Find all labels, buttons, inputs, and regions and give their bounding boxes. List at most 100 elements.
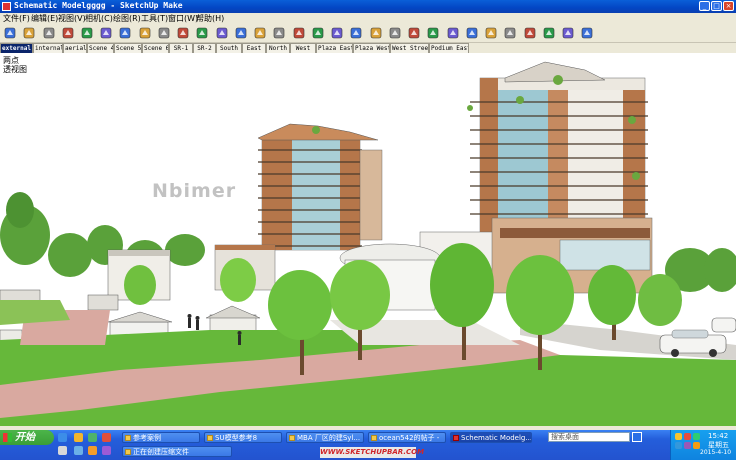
quicklaunch-qq-icon[interactable] (74, 446, 83, 455)
tray-clock[interactable]: 15:42 (708, 432, 728, 440)
walk-icon[interactable] (253, 26, 267, 40)
eraser-icon[interactable] (22, 26, 36, 40)
redo-icon[interactable] (407, 26, 421, 40)
search-icon[interactable] (632, 432, 642, 442)
tray-qq-icon[interactable] (693, 433, 700, 440)
extension-icon[interactable] (349, 26, 363, 40)
task-su-models[interactable]: SU模型参考8 (204, 432, 282, 443)
tray-update-icon[interactable] (693, 442, 700, 449)
move-icon[interactable] (157, 26, 171, 40)
scene-tab-west-street[interactable]: West Street (390, 43, 429, 53)
menu-file[interactable]: 文件(F) (3, 13, 30, 24)
main-toolbar (0, 24, 736, 43)
menu-camera[interactable]: 相机(C) (85, 13, 113, 24)
menu-edit[interactable]: 编辑(E) (31, 13, 58, 24)
scene-tab-external[interactable]: external (0, 43, 33, 53)
menu-help[interactable]: 帮助(H) (196, 13, 224, 24)
zoom-extents-icon[interactable] (234, 26, 248, 40)
maximize-button[interactable]: □ (711, 1, 722, 11)
task-ref-cases[interactable]: 参考案例 (122, 432, 200, 443)
footprints-icon[interactable] (580, 26, 594, 40)
rectangle-icon[interactable] (61, 26, 75, 40)
menu-view[interactable]: 视图(V) (58, 13, 86, 24)
menu-window[interactable]: 窗口(W) (168, 13, 198, 24)
projection-label: 透视图 (3, 65, 27, 74)
tray-security-icon[interactable] (684, 433, 691, 440)
scene-tab-scene-6[interactable]: Scene 6 (142, 43, 169, 53)
axes-icon[interactable] (542, 26, 556, 40)
quicklaunch-app-icon[interactable] (88, 446, 97, 455)
scene-tab-south[interactable]: South (216, 43, 242, 53)
start-button[interactable]: 开始 (0, 430, 54, 445)
scene-tab-plaza-west[interactable]: Plaza West (353, 43, 390, 53)
site-banner: WWW.SKETCHUPBAR.COM (320, 447, 425, 458)
scene-tab-aerial[interactable]: aerial (63, 43, 87, 53)
scene-tab-scene-5[interactable]: Scene 5 (114, 43, 142, 53)
print-icon[interactable] (369, 26, 383, 40)
component-icon[interactable] (311, 26, 325, 40)
scene-tab-plaza-east[interactable]: Plaza East (316, 43, 353, 53)
ie-icon[interactable] (88, 433, 97, 442)
media-icon[interactable] (102, 433, 111, 442)
tray-date: 2015-4-10 (700, 449, 732, 456)
tray-ime-icon[interactable] (684, 442, 691, 449)
menu-bar: 文件(F) 编辑(E) 视图(V) 相机(C) 绘图(R) 工具(T) 窗口(W… (0, 13, 736, 24)
scene-tab-west[interactable]: West (290, 43, 316, 53)
cut-icon[interactable] (426, 26, 440, 40)
circle-icon[interactable] (80, 26, 94, 40)
tape-icon[interactable] (484, 26, 498, 40)
scene-tab-podium-east[interactable]: Podium East (429, 43, 469, 53)
scene-tab-north[interactable]: North (266, 43, 290, 53)
desktop-search-input[interactable]: 搜索桌面 (548, 432, 630, 442)
task-sketchup[interactable]: Schematic Modelg... (450, 432, 532, 443)
browser-icon[interactable] (74, 433, 83, 442)
quicklaunch-tool-icon[interactable] (102, 446, 111, 455)
menu-draw[interactable]: 绘图(R) (113, 13, 141, 24)
browser-icon (289, 435, 295, 441)
close-button[interactable]: × (723, 1, 734, 11)
section-icon[interactable] (292, 26, 306, 40)
position-camera-icon[interactable] (561, 26, 575, 40)
model-viewport[interactable]: 两点 透视图 Nbimer (0, 53, 736, 426)
archive-icon (125, 449, 131, 455)
push-pull-icon[interactable] (138, 26, 152, 40)
scene-tab-sr-1[interactable]: SR-1 (169, 43, 193, 53)
task-compressing[interactable]: 正在创建压缩文件 (122, 446, 232, 457)
scene-tabs: external internal aerial Scene 4 Scene 5 Scen… (0, 43, 736, 53)
sketchup-app-icon (2, 2, 11, 11)
windows-logo-icon (3, 433, 12, 442)
paint-icon[interactable] (42, 26, 56, 40)
orbit-icon[interactable] (176, 26, 190, 40)
line-icon[interactable] (99, 26, 113, 40)
select-icon[interactable] (3, 26, 17, 40)
watermark: Nbimer (152, 180, 237, 202)
tray-volume-icon[interactable] (675, 442, 682, 449)
sketchup-icon (453, 435, 459, 441)
paste-icon[interactable] (465, 26, 479, 40)
scene-tab-east[interactable]: East (242, 43, 266, 53)
tray-network-icon[interactable] (675, 433, 682, 440)
task-mba-browser[interactable]: MBA 厂区的建Syl... (286, 432, 364, 443)
zoom-icon[interactable] (215, 26, 229, 40)
menu-tools[interactable]: 工具(T) (141, 13, 168, 24)
pan-icon[interactable] (195, 26, 209, 40)
task-ocean-post[interactable]: ocean542的帖子 - (368, 432, 446, 443)
scene-tab-scene-4[interactable]: Scene 4 (87, 43, 114, 53)
title-bar: Schematic Modelgggg - SketchUp Make _ □ … (0, 0, 736, 13)
text-icon[interactable] (523, 26, 537, 40)
warehouse-icon[interactable] (330, 26, 344, 40)
browser-icon (371, 435, 377, 441)
undo-icon[interactable] (388, 26, 402, 40)
quicklaunch-explorer-icon[interactable] (58, 446, 67, 455)
folder-icon (125, 435, 131, 441)
scene-tab-internal[interactable]: internal (33, 43, 63, 53)
copy-icon[interactable] (446, 26, 460, 40)
home-icon[interactable] (118, 26, 132, 40)
window-title: Schematic Modelgggg - SketchUp Make (14, 1, 183, 10)
show-desktop-icon[interactable] (58, 433, 67, 442)
minimize-button[interactable]: _ (699, 1, 710, 11)
folder-icon (207, 435, 213, 441)
scene-tab-sr-2[interactable]: SR-2 (193, 43, 216, 53)
look-around-icon[interactable] (272, 26, 286, 40)
dimension-icon[interactable] (503, 26, 517, 40)
